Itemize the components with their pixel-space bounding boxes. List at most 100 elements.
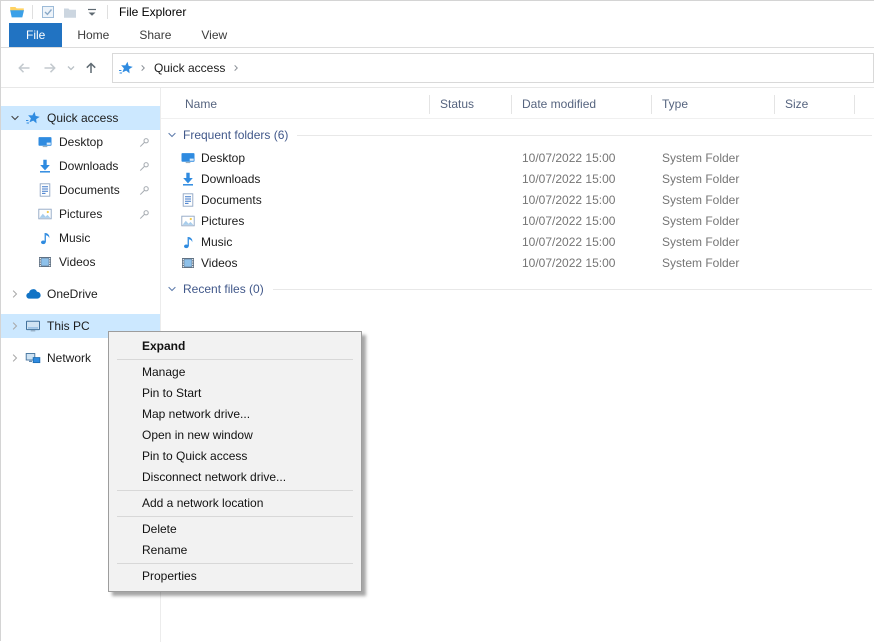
desktop-icon xyxy=(180,150,196,166)
sidebar-item-label: OneDrive xyxy=(47,287,98,301)
menu-item-open-in-new-window[interactable]: Open in new window xyxy=(109,425,361,446)
context-menu: Expand ManagePin to StartMap network driv… xyxy=(108,331,362,592)
sidebar-item-documents[interactable]: Documents xyxy=(1,178,160,202)
chevron-down-icon[interactable] xyxy=(166,129,178,141)
music-icon xyxy=(180,234,196,250)
sidebar-item-label: Music xyxy=(59,231,90,245)
tab-share[interactable]: Share xyxy=(124,23,186,47)
file-row-documents[interactable]: Documents 10/07/2022 15:00System Folder xyxy=(161,189,874,210)
file-date-modified: 10/07/2022 15:00 xyxy=(512,256,652,270)
tab-view[interactable]: View xyxy=(186,23,242,47)
file-type: System Folder xyxy=(652,256,775,270)
properties-icon[interactable] xyxy=(40,4,56,20)
menu-item-add-a-network-location[interactable]: Add a network location xyxy=(109,493,361,514)
address-bar[interactable]: Quick access xyxy=(112,53,874,83)
group-label: Recent files (0) xyxy=(183,282,264,296)
arrow-left-icon xyxy=(16,60,32,76)
downloads-icon xyxy=(37,158,53,174)
breadcrumb-segment[interactable]: Quick access xyxy=(154,61,225,75)
quick-access-star-icon xyxy=(118,60,134,76)
arrow-right-icon xyxy=(42,60,58,76)
chevron-right-icon[interactable] xyxy=(9,288,21,300)
network-icon xyxy=(25,350,41,366)
pin-icon xyxy=(138,184,151,197)
file-name: Downloads xyxy=(201,172,260,186)
menu-item-pin-to-quick-access[interactable]: Pin to Quick access xyxy=(109,446,361,467)
back-button[interactable] xyxy=(11,55,37,81)
arrow-up-icon xyxy=(83,60,99,76)
this-pc-icon xyxy=(25,318,41,334)
chevron-down-icon[interactable] xyxy=(9,112,21,124)
breadcrumb-chevron-icon[interactable] xyxy=(137,62,149,74)
sidebar-item-label: This PC xyxy=(47,319,90,333)
menu-item-rename[interactable]: Rename xyxy=(109,540,361,561)
up-button[interactable] xyxy=(78,55,104,81)
menu-item-pin-to-start[interactable]: Pin to Start xyxy=(109,383,361,404)
file-date-modified: 10/07/2022 15:00 xyxy=(512,193,652,207)
sidebar-item-videos[interactable]: Videos xyxy=(1,250,160,274)
sidebar-item-quick-access[interactable]: Quick access xyxy=(1,106,160,130)
chevron-down-icon[interactable] xyxy=(166,283,178,295)
breadcrumb-chevron-icon[interactable] xyxy=(230,62,242,74)
column-header-type[interactable]: Type xyxy=(652,95,775,114)
chevron-right-icon[interactable] xyxy=(9,320,21,332)
column-header-date-modified[interactable]: Date modified xyxy=(512,95,652,114)
sidebar-item-label: Quick access xyxy=(47,111,118,125)
videos-icon xyxy=(37,254,53,270)
sidebar-item-label: Desktop xyxy=(59,135,103,149)
column-headers: NameStatusDate modifiedTypeSize xyxy=(161,90,874,119)
group-header[interactable]: Frequent folders (6) xyxy=(166,128,874,142)
group-divider-line xyxy=(297,135,872,136)
sidebar-item-pictures[interactable]: Pictures xyxy=(1,202,160,226)
file-row-videos[interactable]: Videos10/07/2022 15:00System Folder xyxy=(161,252,874,273)
chevron-right-icon[interactable] xyxy=(9,352,21,364)
column-header-name[interactable]: Name xyxy=(161,95,430,114)
menu-item-disconnect-network-drive[interactable]: Disconnect network drive... xyxy=(109,467,361,488)
recent-locations-button[interactable] xyxy=(63,55,78,81)
menu-item-properties[interactable]: Properties xyxy=(109,566,361,587)
file-row-desktop[interactable]: Desktop10/07/2022 15:00System Folder xyxy=(161,147,874,168)
file-name: Music xyxy=(201,235,232,249)
pictures-icon xyxy=(180,213,196,229)
sidebar-item-desktop[interactable]: Desktop xyxy=(1,130,160,154)
pin-icon xyxy=(138,160,151,173)
file-name: Desktop xyxy=(201,151,245,165)
menu-item-map-network-drive[interactable]: Map network drive... xyxy=(109,404,361,425)
menu-item-expand[interactable]: Expand xyxy=(109,336,361,357)
pictures-icon xyxy=(37,206,53,222)
file-type: System Folder xyxy=(652,193,775,207)
menu-separator xyxy=(117,516,353,517)
sidebar-item-music[interactable]: Music xyxy=(1,226,160,250)
column-header-status[interactable]: Status xyxy=(430,95,512,114)
sidebar-item-onedrive[interactable]: OneDrive xyxy=(1,282,160,306)
file-type: System Folder xyxy=(652,214,775,228)
qat-dropdown-icon[interactable] xyxy=(84,4,100,20)
file-name: Documents xyxy=(201,193,262,207)
new-folder-icon[interactable] xyxy=(62,4,78,20)
file-date-modified: 10/07/2022 15:00 xyxy=(512,214,652,228)
title-bar: File Explorer xyxy=(1,1,874,23)
titlebar-separator xyxy=(32,5,33,19)
menu-separator xyxy=(117,359,353,360)
explorer-logo-icon[interactable] xyxy=(9,4,25,20)
file-row-music[interactable]: Music10/07/2022 15:00System Folder xyxy=(161,231,874,252)
menu-item-delete[interactable]: Delete xyxy=(109,519,361,540)
file-type: System Folder xyxy=(652,172,775,186)
pin-icon xyxy=(138,208,151,221)
chevron-down-icon xyxy=(63,60,79,76)
file-date-modified: 10/07/2022 15:00 xyxy=(512,151,652,165)
column-header-size[interactable]: Size xyxy=(775,95,855,114)
menu-item-manage[interactable]: Manage xyxy=(109,362,361,383)
sidebar-item-downloads[interactable]: Downloads xyxy=(1,154,160,178)
file-row-pictures[interactable]: Pictures10/07/2022 15:00System Folder xyxy=(161,210,874,231)
file-list: Frequent folders (6) Desktop 10/07/2022 15… xyxy=(161,128,874,296)
file-date-modified: 10/07/2022 15:00 xyxy=(512,172,652,186)
file-row-downloads[interactable]: Downloads 10/07/2022 15:00System Folder xyxy=(161,168,874,189)
address-bar-row: Quick access xyxy=(1,48,874,88)
window-title: File Explorer xyxy=(119,5,186,19)
tab-file[interactable]: File xyxy=(9,23,62,47)
forward-button[interactable] xyxy=(37,55,63,81)
group-header[interactable]: Recent files (0) xyxy=(166,282,874,296)
documents-icon xyxy=(180,192,196,208)
tab-home[interactable]: Home xyxy=(62,23,124,47)
